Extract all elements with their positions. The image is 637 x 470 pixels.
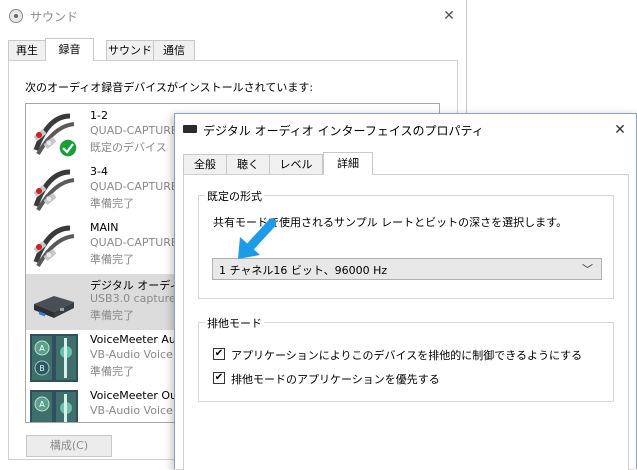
device-name: MAIN [90,221,119,234]
sound-titlebar[interactable]: サウンド ✕ [0,0,466,32]
prioritize-exclusive-label[interactable]: 排他モードのアプリケーションを優先する [231,371,440,387]
exclusive-mode-group: 排他モード ✔ アプリケーションによりこのデバイスを排他的に制御できるようにする… [198,315,614,402]
device-driver: VB-Audio Voice [90,348,173,361]
device-driver: VB-Audio Voice [90,404,173,417]
device-status: 準備完了 [90,365,134,378]
svg-text:B: B [39,364,45,373]
prioritize-exclusive-checkbox[interactable]: ✔ [213,372,225,384]
tab-sounds[interactable]: サウンド [106,40,154,60]
device-name: VoiceMeeter Au [90,333,176,346]
tab-playback[interactable]: 再生 [8,40,46,60]
capture-device-icon [34,296,74,318]
speaker-icon [9,9,23,23]
rca-cable-icon [33,225,75,267]
svg-text:A: A [39,344,45,353]
exclusive-mode-legend: 排他モード [205,315,264,331]
default-check-icon [58,138,78,158]
device-status: 既定のデバイス [90,141,167,154]
tab-levels[interactable]: レベル [269,154,323,174]
device-name: 3-4 [90,165,108,178]
properties-window: デジタル オーディオ インターフェイスのプロパティ ✕ 全般 聴く レベル 詳細… [174,113,637,470]
tab-recording[interactable]: 録音 [45,38,94,61]
voicemeeter-icon: A [30,390,78,422]
tab-listen[interactable]: 聴く [226,154,270,174]
svg-text:A: A [39,400,45,409]
recording-instruction: 次のオーディオ録音デバイスがインストールされています: [25,81,314,94]
device-status: 準備完了 [90,309,134,322]
annotation-arrow-icon [238,219,276,259]
tab-general[interactable]: 全般 [183,154,227,174]
default-format-value: 1 チャネル16 ビット、96000 Hz [219,264,388,277]
device-name: 1-2 [90,109,108,122]
voicemeeter-icon: A B [30,334,78,382]
chevron-down-icon: ﹀ [582,263,593,276]
allow-exclusive-label[interactable]: アプリケーションによりこのデバイスを排他的に制御できるようにする [231,347,582,363]
properties-titlebar[interactable]: デジタル オーディオ インターフェイスのプロパティ ✕ [175,114,636,146]
properties-window-title: デジタル オーディオ インターフェイスのプロパティ [203,124,484,138]
device-status: 準備完了 [90,253,134,266]
allow-exclusive-checkbox[interactable]: ✔ [213,348,225,360]
sound-window-title: サウンド [30,10,79,24]
configure-button[interactable]: 構成(C) [26,435,112,457]
device-driver: QUAD-CAPTURE [90,180,178,193]
device-status: 準備完了 [90,197,134,210]
device-driver: USB3.0 capture [90,292,176,305]
device-driver: QUAD-CAPTURE [90,236,178,249]
tab-advanced[interactable]: 詳細 [323,152,373,175]
close-icon[interactable]: ✕ [609,120,631,140]
device-driver: QUAD-CAPTURE [90,124,178,137]
close-icon[interactable]: ✕ [438,6,460,26]
rca-cable-icon [33,169,75,211]
default-format-legend: 既定の形式 [205,188,264,204]
device-name: VoiceMeeter Ou [90,389,178,402]
tab-communications[interactable]: 通信 [153,40,195,60]
capture-device-icon [183,125,197,133]
